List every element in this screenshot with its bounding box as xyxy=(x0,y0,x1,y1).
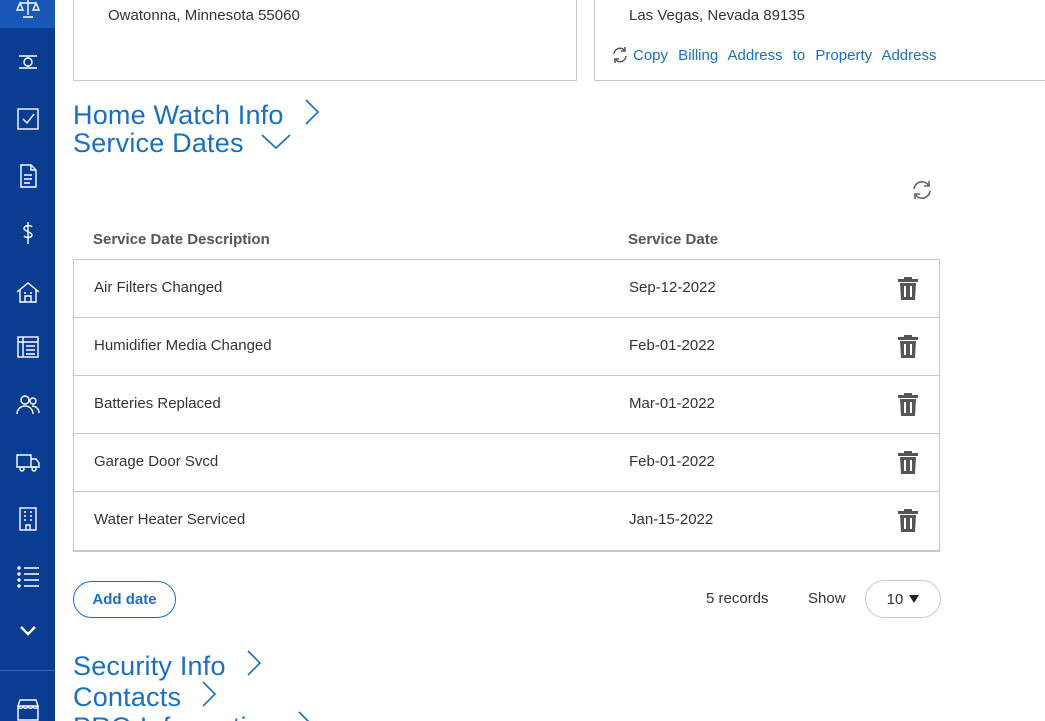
row-date: Mar-01-2022 xyxy=(629,395,715,412)
sidebar-item-payments[interactable] xyxy=(0,213,55,253)
row-date: Sep-12-2022 xyxy=(629,279,716,296)
sidebar-divider xyxy=(0,670,55,671)
row-description: Air Filters Changed xyxy=(94,279,223,296)
sidebar-item-store[interactable] xyxy=(0,689,55,721)
sidebar-item-drone[interactable] xyxy=(0,42,55,82)
people-icon xyxy=(15,395,40,415)
row-description: Water Heater Serviced xyxy=(94,511,246,528)
add-date-button[interactable]: Add date xyxy=(73,581,176,618)
trash-icon xyxy=(898,335,918,358)
row-date: Jan-15-2022 xyxy=(629,511,714,528)
sidebar-item-ledger[interactable] xyxy=(0,327,55,367)
list-icon xyxy=(16,566,39,588)
table-row: Humidifier Media Changed Feb-01-2022 xyxy=(74,318,939,376)
chevron-down-icon xyxy=(19,626,36,636)
delete-row-button[interactable] xyxy=(897,276,919,300)
chevron-right-icon xyxy=(247,650,261,676)
copy-billing-address-link[interactable]: Copy Billing Address to Property Address xyxy=(611,46,936,64)
billing-address-card: Owatonna, Minnesota 55060 xyxy=(73,0,577,81)
checkbox-icon xyxy=(16,108,39,130)
trash-icon xyxy=(898,393,918,416)
trash-icon xyxy=(898,509,918,532)
delete-row-button[interactable] xyxy=(897,334,919,358)
invoice-icon xyxy=(19,164,37,188)
section-service-dates-title: Service Dates xyxy=(73,128,244,158)
records-count: 5 records xyxy=(706,590,769,607)
chevron-right-icon xyxy=(202,681,217,707)
sidebar-item-scale[interactable] xyxy=(0,0,55,28)
property-icon xyxy=(16,282,39,303)
service-dates-table: Air Filters Changed Sep-12-2022 Humidifi… xyxy=(73,259,940,552)
sidebar-item-tasks[interactable] xyxy=(0,99,55,139)
chevron-right-icon xyxy=(298,711,310,721)
section-service-dates[interactable]: Service Dates xyxy=(73,128,292,159)
property-address-card: Las Vegas, Nevada 89135 Copy Billing Add… xyxy=(594,0,1045,81)
page-size-value: 10 xyxy=(886,590,904,608)
section-home-watch-title: Home Watch Info xyxy=(73,100,284,130)
sidebar-item-contacts[interactable] xyxy=(0,385,55,425)
table-row: Garage Door Svcd Feb-01-2022 xyxy=(74,434,939,492)
delete-row-button[interactable] xyxy=(897,392,919,416)
sidebar-item-properties[interactable] xyxy=(0,272,55,312)
scale-icon xyxy=(15,0,40,18)
table-row: Air Filters Changed Sep-12-2022 xyxy=(74,260,939,318)
row-date: Feb-01-2022 xyxy=(629,337,715,354)
drone-icon xyxy=(18,55,37,69)
caret-down-icon xyxy=(909,595,920,603)
refresh-button[interactable] xyxy=(910,178,934,202)
row-date: Feb-01-2022 xyxy=(629,453,715,470)
copy-billing-address-label: Copy Billing Address to Property Address xyxy=(633,46,937,64)
building-icon xyxy=(18,507,37,531)
show-label: Show xyxy=(808,590,846,607)
sync-icon xyxy=(613,47,627,63)
column-header-description: Service Date Description xyxy=(93,231,270,248)
truck-icon xyxy=(15,454,40,472)
row-description: Humidifier Media Changed xyxy=(94,337,272,354)
sidebar-item-invoices[interactable] xyxy=(0,156,55,196)
section-pro-info[interactable]: PRO Information xyxy=(73,709,315,721)
store-icon xyxy=(16,699,39,721)
refresh-icon xyxy=(913,181,931,199)
property-city-line: Las Vegas, Nevada 89135 xyxy=(629,7,805,24)
table-row: Batteries Replaced Mar-01-2022 xyxy=(74,376,939,434)
sidebar-expand-button[interactable] xyxy=(0,611,55,651)
trash-icon xyxy=(898,451,918,474)
section-pro-info-title: PRO Information xyxy=(73,712,277,721)
section-security-title: Security Info xyxy=(73,651,226,681)
table-row: Water Heater Serviced Jan-15-2022 xyxy=(74,492,939,550)
chevron-down-icon xyxy=(261,134,291,150)
sidebar-nav xyxy=(0,0,55,721)
dollar-icon xyxy=(22,222,33,244)
column-header-date: Service Date xyxy=(628,231,719,248)
ledger-icon xyxy=(16,336,39,358)
chevron-right-icon xyxy=(305,99,319,125)
delete-row-button[interactable] xyxy=(897,450,919,474)
trash-icon xyxy=(898,277,918,300)
page-size-select[interactable]: 10 xyxy=(865,580,941,618)
sidebar-item-list[interactable] xyxy=(0,556,55,596)
row-description: Garage Door Svcd xyxy=(94,453,219,470)
billing-city-line: Owatonna, Minnesota 55060 xyxy=(108,7,300,24)
sidebar-item-vehicles[interactable] xyxy=(0,442,55,482)
row-description: Batteries Replaced xyxy=(94,395,221,412)
sidebar-item-buildings[interactable] xyxy=(0,499,55,539)
delete-row-button[interactable] xyxy=(897,508,919,532)
